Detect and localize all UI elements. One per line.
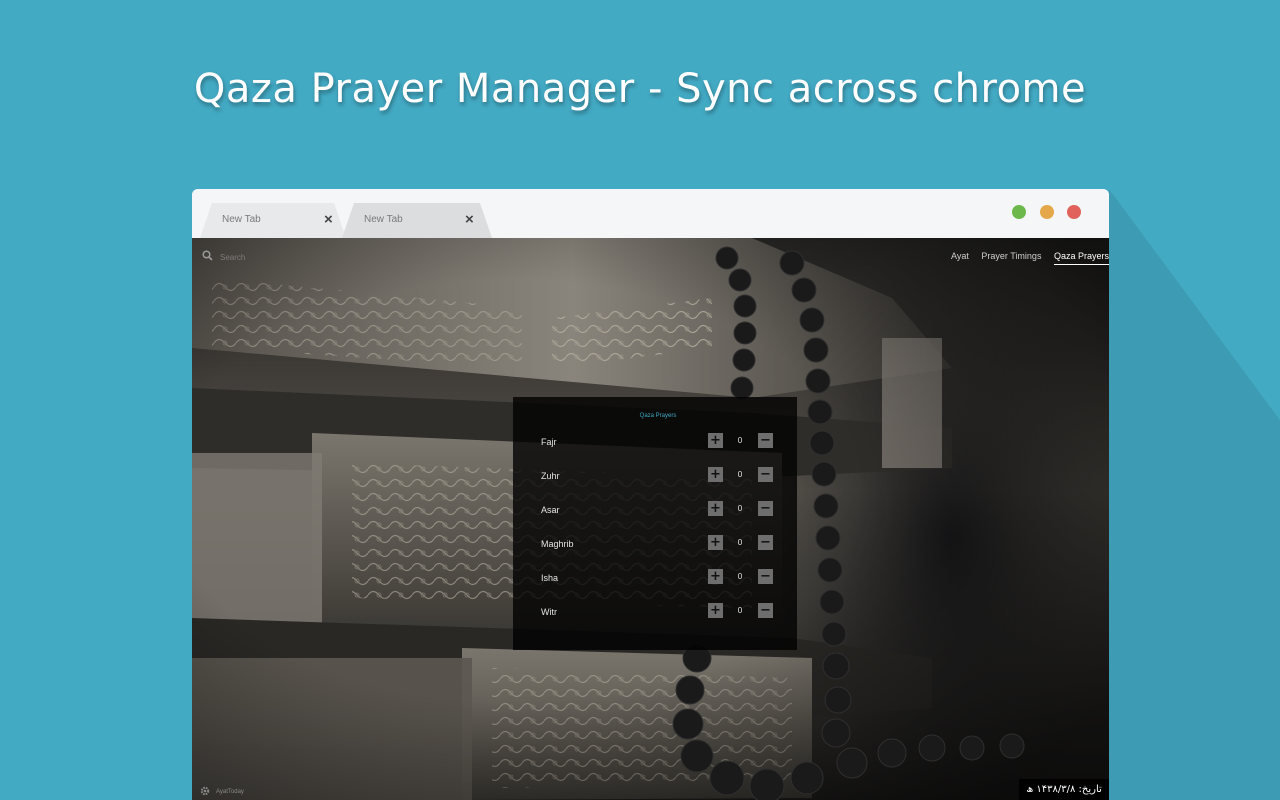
prayer-row-isha: Isha + 0 − <box>513 569 797 589</box>
prayer-name: Asar <box>541 505 560 515</box>
increment-button[interactable]: + <box>708 467 723 482</box>
prayer-count: 0 <box>737 436 743 445</box>
close-icon[interactable]: × <box>324 212 333 228</box>
increment-button[interactable]: + <box>708 603 723 618</box>
qaza-prayers-panel: Qaza Prayers Fajr + 0 − Zuhr + 0 − Asar … <box>513 397 797 650</box>
nav-qaza-prayers[interactable]: Qaza Prayers <box>1053 251 1109 265</box>
increment-button[interactable]: + <box>708 569 723 584</box>
tab-label: New Tab <box>222 214 261 225</box>
prayer-name: Fajr <box>541 437 557 447</box>
close-icon[interactable]: × <box>465 212 474 228</box>
prayer-row-zuhr: Zuhr + 0 − <box>513 467 797 487</box>
nav-ayat[interactable]: Ayat <box>951 251 969 264</box>
hijri-date: تاریخ: ۱۴۳۸/۳/۸ ھ <box>1019 779 1109 800</box>
decrement-button[interactable]: − <box>758 535 773 550</box>
tab-strip: New Tab × New Tab × <box>192 189 1109 238</box>
decrement-button[interactable]: − <box>758 433 773 448</box>
increment-button[interactable]: + <box>708 433 723 448</box>
prayer-name: Zuhr <box>541 471 560 481</box>
prayer-count: 0 <box>737 606 743 615</box>
search-icon <box>202 250 213 261</box>
decrement-button[interactable]: − <box>758 467 773 482</box>
panel-title: Qaza Prayers <box>639 413 677 419</box>
page-headline: Qaza Prayer Manager - Sync across chrome <box>193 66 1087 112</box>
prayer-count: 0 <box>737 470 743 479</box>
decrement-button[interactable]: − <box>758 501 773 516</box>
maximize-button[interactable] <box>1039 205 1054 219</box>
gear-icon[interactable] <box>200 786 210 796</box>
decrement-button[interactable]: − <box>758 569 773 584</box>
prayer-count: 0 <box>737 538 743 547</box>
prayer-row-fajr: Fajr + 0 − <box>513 433 797 453</box>
minimize-button[interactable] <box>1012 205 1027 219</box>
brand-name: AyatToday <box>216 789 244 795</box>
prayer-row-witr: Witr + 0 − <box>513 603 797 623</box>
tab-new-tab-2[interactable]: New Tab × <box>342 203 492 238</box>
close-window-button[interactable] <box>1067 205 1081 219</box>
new-tab-page: Ayat Prayer Timings Qaza Prayers Qaza Pr… <box>192 238 1109 800</box>
prayer-count: 0 <box>737 572 743 581</box>
increment-button[interactable]: + <box>708 535 723 550</box>
prayer-count: 0 <box>737 504 743 513</box>
prayer-row-maghrib: Maghrib + 0 − <box>513 535 797 555</box>
browser-window: New Tab × New Tab × Search Ayat Prayer T… <box>192 189 1109 800</box>
tab-label: New Tab <box>364 214 403 225</box>
window-controls <box>1003 205 1081 224</box>
prayer-name: Maghrib <box>541 539 574 549</box>
nav-prayer-timings[interactable]: Prayer Timings <box>981 251 1041 264</box>
decrement-button[interactable]: − <box>758 603 773 618</box>
increment-button[interactable]: + <box>708 501 723 516</box>
prayer-row-asar: Asar + 0 − <box>513 501 797 521</box>
prayer-name: Isha <box>541 573 559 583</box>
prayer-name: Witr <box>541 607 557 617</box>
tab-new-tab-1[interactable]: New Tab × <box>200 203 346 238</box>
top-navigation: Ayat Prayer Timings Qaza Prayers <box>941 251 1109 265</box>
search-input[interactable] <box>220 253 340 262</box>
